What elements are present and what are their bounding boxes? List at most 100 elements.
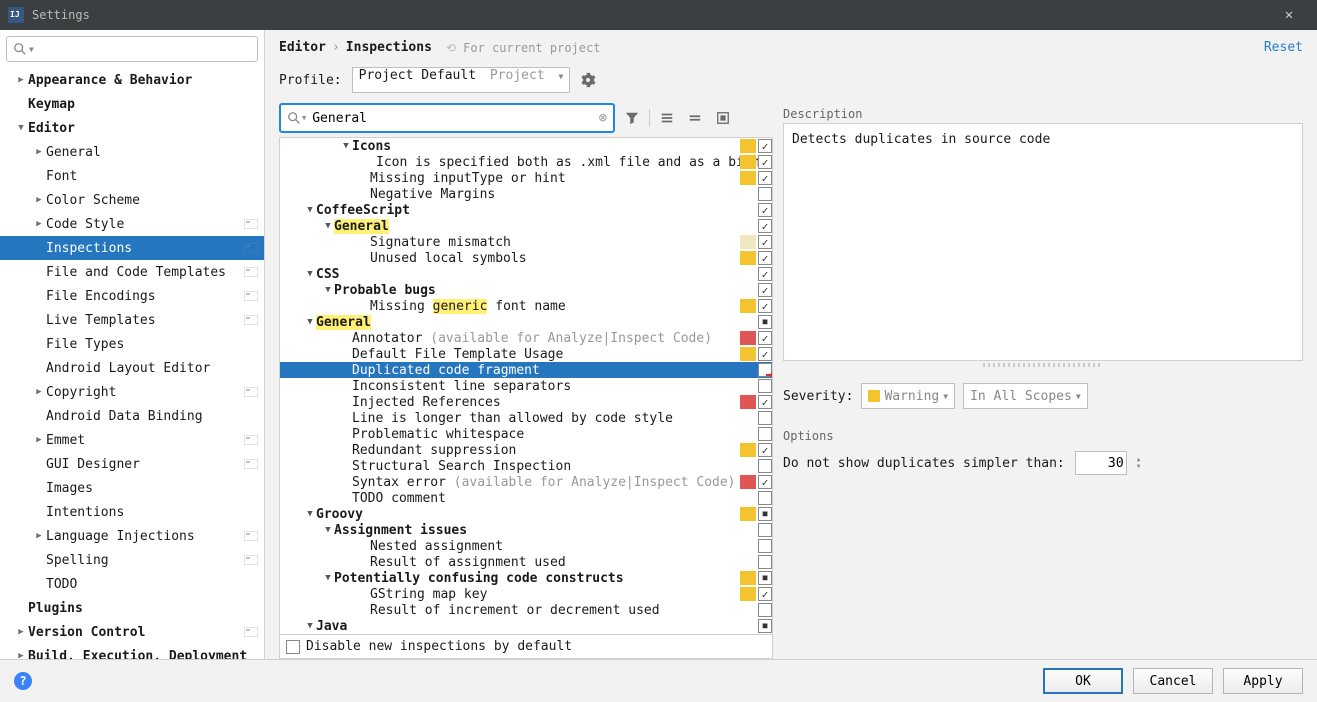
inspection-checkbox[interactable]: [758, 395, 772, 409]
inspection-row[interactable]: Result of assignment used: [280, 554, 772, 570]
sidebar-item[interactable]: ▶Emmet: [0, 428, 264, 452]
inspection-checkbox[interactable]: [758, 555, 772, 569]
inspection-row[interactable]: Nested assignment: [280, 538, 772, 554]
inspection-checkbox[interactable]: [758, 219, 772, 233]
inspection-checkbox[interactable]: [758, 251, 772, 265]
sidebar-item[interactable]: Android Layout Editor: [0, 356, 264, 380]
sidebar-item[interactable]: ▶Color Scheme: [0, 188, 264, 212]
sidebar-search[interactable]: ▼: [6, 36, 258, 62]
inspection-checkbox[interactable]: [758, 267, 772, 281]
inspection-checkbox[interactable]: [758, 379, 772, 393]
inspection-row[interactable]: ▼Probable bugs: [280, 282, 772, 298]
inspection-checkbox[interactable]: [758, 187, 772, 201]
disable-new-checkbox[interactable]: [286, 640, 300, 654]
inspection-checkbox[interactable]: [758, 203, 772, 217]
inspection-row[interactable]: GString map key: [280, 586, 772, 602]
collapse-all-icon[interactable]: [684, 107, 706, 129]
inspection-row[interactable]: Missing inputType or hint: [280, 170, 772, 186]
inspection-row[interactable]: Unused local symbols: [280, 250, 772, 266]
sidebar-item[interactable]: ▶Language Injections: [0, 524, 264, 548]
filter-input[interactable]: [310, 110, 598, 127]
sidebar-item[interactable]: File Encodings: [0, 284, 264, 308]
sidebar-item[interactable]: GUI Designer: [0, 452, 264, 476]
inspection-checkbox[interactable]: [758, 571, 772, 585]
apply-button[interactable]: Apply: [1223, 668, 1303, 694]
simpler-value[interactable]: [1075, 451, 1127, 475]
clear-icon[interactable]: ⊗: [599, 110, 607, 126]
scope-select[interactable]: In All Scopes ▼: [963, 383, 1088, 409]
inspection-row[interactable]: Structural Search Inspection: [280, 458, 772, 474]
toggle-icon[interactable]: [712, 107, 734, 129]
sidebar-item[interactable]: ▼Editor: [0, 116, 264, 140]
inspection-row[interactable]: Syntax error (available for Analyze|Insp…: [280, 474, 772, 490]
inspection-row[interactable]: Inconsistent line separators: [280, 378, 772, 394]
help-icon[interactable]: ?: [14, 672, 32, 690]
inspection-row[interactable]: TODO comment: [280, 490, 772, 506]
sidebar-item[interactable]: Spelling: [0, 548, 264, 572]
inspection-checkbox[interactable]: [758, 235, 772, 249]
inspection-checkbox[interactable]: [758, 475, 772, 489]
inspection-checkbox[interactable]: [758, 363, 772, 377]
filter-icon[interactable]: [621, 107, 643, 129]
sidebar-item[interactable]: ▶Version Control: [0, 620, 264, 644]
inspection-row[interactable]: Problematic whitespace: [280, 426, 772, 442]
inspection-row[interactable]: ▼Java: [280, 618, 772, 634]
inspection-checkbox[interactable]: [758, 139, 772, 153]
inspection-row[interactable]: ▼Assignment issues: [280, 522, 772, 538]
inspection-checkbox[interactable]: [758, 411, 772, 425]
sidebar-item[interactable]: Inspections: [0, 236, 264, 260]
inspection-row[interactable]: Redundant suppression: [280, 442, 772, 458]
inspection-checkbox[interactable]: [758, 539, 772, 553]
inspection-row[interactable]: ▼Potentially confusing code constructs: [280, 570, 772, 586]
sidebar-item[interactable]: ▶Code Style: [0, 212, 264, 236]
inspection-row[interactable]: Annotator (available for Analyze|Inspect…: [280, 330, 772, 346]
sidebar-item[interactable]: Live Templates: [0, 308, 264, 332]
inspection-checkbox[interactable]: [758, 171, 772, 185]
profile-select[interactable]: Project Default Project ▼: [352, 67, 571, 93]
inspection-row[interactable]: ▼General: [280, 218, 772, 234]
severity-select[interactable]: Warning ▼: [861, 383, 955, 409]
resize-grip[interactable]: [983, 363, 1103, 367]
inspection-row[interactable]: ▼General: [280, 314, 772, 330]
inspection-row[interactable]: Missing generic font name: [280, 298, 772, 314]
inspection-filter[interactable]: ▼ ⊗: [279, 103, 615, 133]
inspection-row[interactable]: ▼Icons: [280, 138, 772, 154]
sidebar-item[interactable]: File and Code Templates: [0, 260, 264, 284]
inspection-checkbox[interactable]: [758, 427, 772, 441]
reset-link[interactable]: Reset: [1264, 40, 1303, 55]
inspection-checkbox[interactable]: [758, 459, 772, 473]
sidebar-item[interactable]: File Types: [0, 332, 264, 356]
inspection-row[interactable]: Icon is specified both as .xml file and …: [280, 154, 772, 170]
sidebar-item[interactable]: Intentions: [0, 500, 264, 524]
inspection-checkbox[interactable]: [758, 331, 772, 345]
sidebar-item[interactable]: Plugins: [0, 596, 264, 620]
inspection-checkbox[interactable]: [758, 523, 772, 537]
inspection-row[interactable]: ▼CSS: [280, 266, 772, 282]
inspection-checkbox[interactable]: [758, 587, 772, 601]
stepper-icon[interactable]: ▲▼: [1137, 456, 1141, 470]
expand-all-icon[interactable]: [656, 107, 678, 129]
inspection-row[interactable]: Default File Template Usage: [280, 346, 772, 362]
inspection-row[interactable]: Injected References: [280, 394, 772, 410]
inspection-checkbox[interactable]: [758, 603, 772, 617]
inspection-checkbox[interactable]: [758, 443, 772, 457]
ok-button[interactable]: OK: [1043, 668, 1123, 694]
sidebar-item[interactable]: TODO: [0, 572, 264, 596]
close-icon[interactable]: ✕: [1269, 7, 1309, 23]
inspection-row[interactable]: Line is longer than allowed by code styl…: [280, 410, 772, 426]
inspection-checkbox[interactable]: [758, 283, 772, 297]
sidebar-item[interactable]: Font: [0, 164, 264, 188]
inspection-checkbox[interactable]: [758, 507, 772, 521]
inspection-row[interactable]: ▼Groovy: [280, 506, 772, 522]
inspection-row[interactable]: Duplicated code fragment: [280, 362, 772, 378]
inspection-row[interactable]: Signature mismatch: [280, 234, 772, 250]
cancel-button[interactable]: Cancel: [1133, 668, 1213, 694]
sidebar-item[interactable]: ▶Build, Execution, Deployment: [0, 644, 264, 659]
sidebar-item[interactable]: Keymap: [0, 92, 264, 116]
inspection-row[interactable]: Result of increment or decrement used: [280, 602, 772, 618]
sidebar-item[interactable]: ▶Appearance & Behavior: [0, 68, 264, 92]
inspection-row[interactable]: ▼CoffeeScript: [280, 202, 772, 218]
inspection-checkbox[interactable]: [758, 315, 772, 329]
inspection-checkbox[interactable]: [758, 491, 772, 505]
sidebar-item[interactable]: Android Data Binding: [0, 404, 264, 428]
